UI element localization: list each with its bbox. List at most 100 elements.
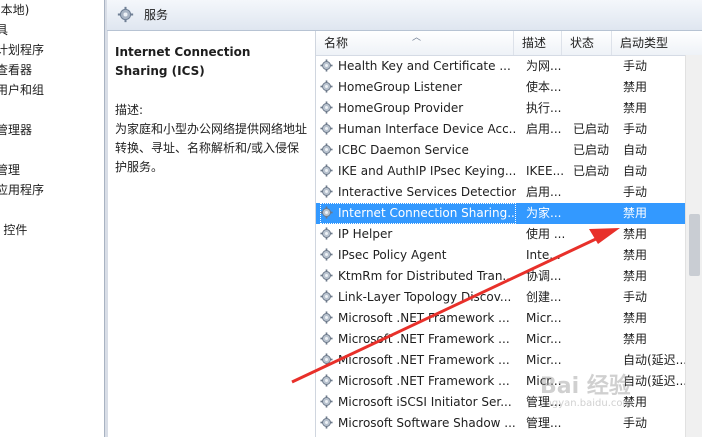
service-startup-type: 禁用 bbox=[623, 332, 648, 346]
service-startup-type: 手动 bbox=[623, 122, 648, 136]
service-row[interactable]: Interactive Services Detection 启用... 手动 bbox=[316, 182, 702, 203]
service-row[interactable]: KtmRm for Distributed Tran... 协调... 禁用 bbox=[316, 266, 702, 287]
services-list: 名称 ︿ 描述 状态 启动类型 Health Key and Certifica… bbox=[315, 31, 702, 437]
service-gear-icon bbox=[320, 101, 333, 114]
service-status: 已启动 bbox=[573, 122, 610, 136]
console-tree: (本地)具计划程序查看器用户和组管理器管理应用程序 I 控件 bbox=[0, 0, 104, 437]
service-gear-icon bbox=[320, 143, 333, 156]
service-gear-icon bbox=[320, 59, 333, 72]
tree-item[interactable]: 计划程序 bbox=[0, 40, 104, 60]
tree-item[interactable] bbox=[0, 200, 104, 220]
service-row[interactable]: Internet Connection Sharing... 为家... 禁用 bbox=[316, 203, 702, 224]
service-row[interactable]: HomeGroup Provider 执行... 禁用 bbox=[316, 98, 702, 119]
tree-item[interactable] bbox=[0, 140, 104, 160]
service-startup-type: 禁用 bbox=[623, 227, 648, 241]
service-row[interactable]: IKE and AuthIP IPsec Keying... IKEE... 已启动… bbox=[316, 161, 702, 182]
tree-item[interactable]: 管理 bbox=[0, 160, 104, 180]
tree-item[interactable]: 查看器 bbox=[0, 60, 104, 80]
watermark: Bai 经验 jingyan.baidu.com bbox=[540, 374, 633, 409]
tree-item[interactable]: 用户和组 bbox=[0, 80, 104, 100]
service-description: 启用... bbox=[526, 185, 562, 199]
sort-ascending-icon: ︿ bbox=[412, 33, 422, 43]
service-name: ICBC Daemon Service bbox=[320, 140, 516, 161]
service-description: 为网... bbox=[526, 59, 562, 73]
service-startup-type: 手动 bbox=[623, 416, 648, 430]
service-description: Inte... bbox=[526, 248, 561, 262]
column-header-status[interactable]: 状态 bbox=[562, 31, 612, 55]
service-startup-type: 禁用 bbox=[623, 101, 648, 115]
service-startup-type: 禁用 bbox=[623, 248, 648, 262]
service-row[interactable]: Microsoft .NET Framework ... Micr... 禁用 bbox=[316, 329, 702, 350]
service-description: 启用... bbox=[526, 122, 562, 136]
service-gear-icon bbox=[320, 164, 333, 177]
service-row[interactable]: Microsoft .NET Framework ... Micr... 禁用 bbox=[316, 308, 702, 329]
service-gear-icon bbox=[320, 269, 333, 282]
service-description: Micr... bbox=[526, 311, 562, 325]
service-name: IPsec Policy Agent bbox=[320, 245, 516, 266]
service-startup-type: 禁用 bbox=[623, 311, 648, 325]
tree-item[interactable]: I 控件 bbox=[0, 220, 104, 240]
service-gear-icon bbox=[320, 185, 333, 198]
gear-icon bbox=[117, 6, 134, 23]
service-row[interactable]: HomeGroup Listener 使本... 禁用 bbox=[316, 77, 702, 98]
service-row[interactable]: Microsoft .NET Framework ... Micr... 自动(延迟… bbox=[316, 350, 702, 371]
service-row[interactable]: IPsec Policy Agent Inte... 禁用 bbox=[316, 245, 702, 266]
service-description: 管理... bbox=[526, 416, 562, 430]
vertical-scrollbar[interactable] bbox=[685, 55, 702, 437]
scrollbar-thumb[interactable] bbox=[689, 214, 700, 276]
service-row[interactable]: IP Helper 使用 ... 禁用 bbox=[316, 224, 702, 245]
service-name: HomeGroup Listener bbox=[320, 77, 516, 98]
description-pane: Internet Connection Sharing (ICS) 描述: 为家… bbox=[107, 31, 315, 437]
service-name: Link-Layer Topology Discov... bbox=[320, 287, 516, 308]
service-gear-icon bbox=[320, 395, 333, 408]
service-name: Microsoft .NET Framework ... bbox=[320, 350, 516, 371]
tree-item[interactable]: (本地) bbox=[0, 0, 104, 20]
tree-item[interactable]: 应用程序 bbox=[0, 180, 104, 200]
service-gear-icon bbox=[320, 122, 333, 135]
column-header-startup-type[interactable]: 启动类型 bbox=[612, 31, 686, 55]
tree-item[interactable]: 具 bbox=[0, 20, 104, 40]
service-description: 为家... bbox=[526, 206, 562, 220]
service-row[interactable]: Human Interface Device Acc... 启用... 已启动 手动 bbox=[316, 119, 702, 140]
service-description: 执行... bbox=[526, 101, 562, 115]
service-gear-icon bbox=[320, 311, 333, 324]
panel-header: 服务 bbox=[107, 0, 702, 31]
column-header-description[interactable]: 描述 bbox=[514, 31, 562, 55]
service-description: 创建... bbox=[526, 290, 562, 304]
service-name: Microsoft .NET Framework ... bbox=[320, 371, 516, 392]
tree-item[interactable] bbox=[0, 100, 104, 120]
tree-item[interactable]: 管理器 bbox=[0, 120, 104, 140]
service-name: Internet Connection Sharing... bbox=[320, 203, 516, 224]
service-status: 已启动 bbox=[573, 143, 610, 157]
service-row[interactable]: ICBC Daemon Service 已启动 自动 bbox=[316, 140, 702, 161]
service-name: Human Interface Device Acc... bbox=[320, 119, 516, 140]
service-startup-type: 禁用 bbox=[623, 395, 648, 409]
service-name: Microsoft iSCSI Initiator Ser... bbox=[320, 392, 516, 413]
service-startup-type: 自动(延迟... bbox=[623, 374, 685, 388]
description-text: 为家庭和小型办公网络提供网络地址转换、寻址、名称解析和/或入侵保护服务。 bbox=[115, 122, 308, 174]
column-header-name[interactable]: 名称 ︿ bbox=[316, 31, 514, 55]
service-gear-icon bbox=[320, 332, 333, 345]
service-name: KtmRm for Distributed Tran... bbox=[320, 266, 516, 287]
service-gear-icon bbox=[320, 248, 333, 261]
page-title: 服务 bbox=[144, 8, 169, 22]
service-status: 已启动 bbox=[573, 164, 610, 178]
service-row[interactable]: Microsoft iSCSI Initiator Ser... 管理... 禁用 bbox=[316, 392, 702, 413]
service-startup-type: 禁用 bbox=[623, 206, 648, 220]
service-gear-icon bbox=[320, 353, 333, 366]
service-description: Micr... bbox=[526, 332, 562, 346]
service-name: Microsoft .NET Framework ... bbox=[320, 308, 516, 329]
service-startup-type: 手动 bbox=[623, 185, 648, 199]
service-row[interactable]: Health Key and Certificate ... 为网... 手动 bbox=[316, 56, 702, 77]
service-name: HomeGroup Provider bbox=[320, 98, 516, 119]
service-name: Microsoft .NET Framework ... bbox=[320, 329, 516, 350]
service-startup-type: 禁用 bbox=[623, 80, 648, 94]
service-row[interactable]: Microsoft .NET Framework ... Micr... 自动(延迟… bbox=[316, 371, 702, 392]
service-gear-icon bbox=[320, 206, 333, 219]
service-gear-icon bbox=[320, 80, 333, 93]
column-header-row: 名称 ︿ 描述 状态 启动类型 bbox=[316, 31, 702, 56]
services-rows: Health Key and Certificate ... 为网... 手动 Hom… bbox=[316, 56, 702, 434]
service-name: Interactive Services Detection bbox=[320, 182, 516, 203]
service-row[interactable]: Microsoft Software Shadow ... 管理... 手动 bbox=[316, 413, 702, 434]
service-row[interactable]: Link-Layer Topology Discov... 创建... 手动 bbox=[316, 287, 702, 308]
